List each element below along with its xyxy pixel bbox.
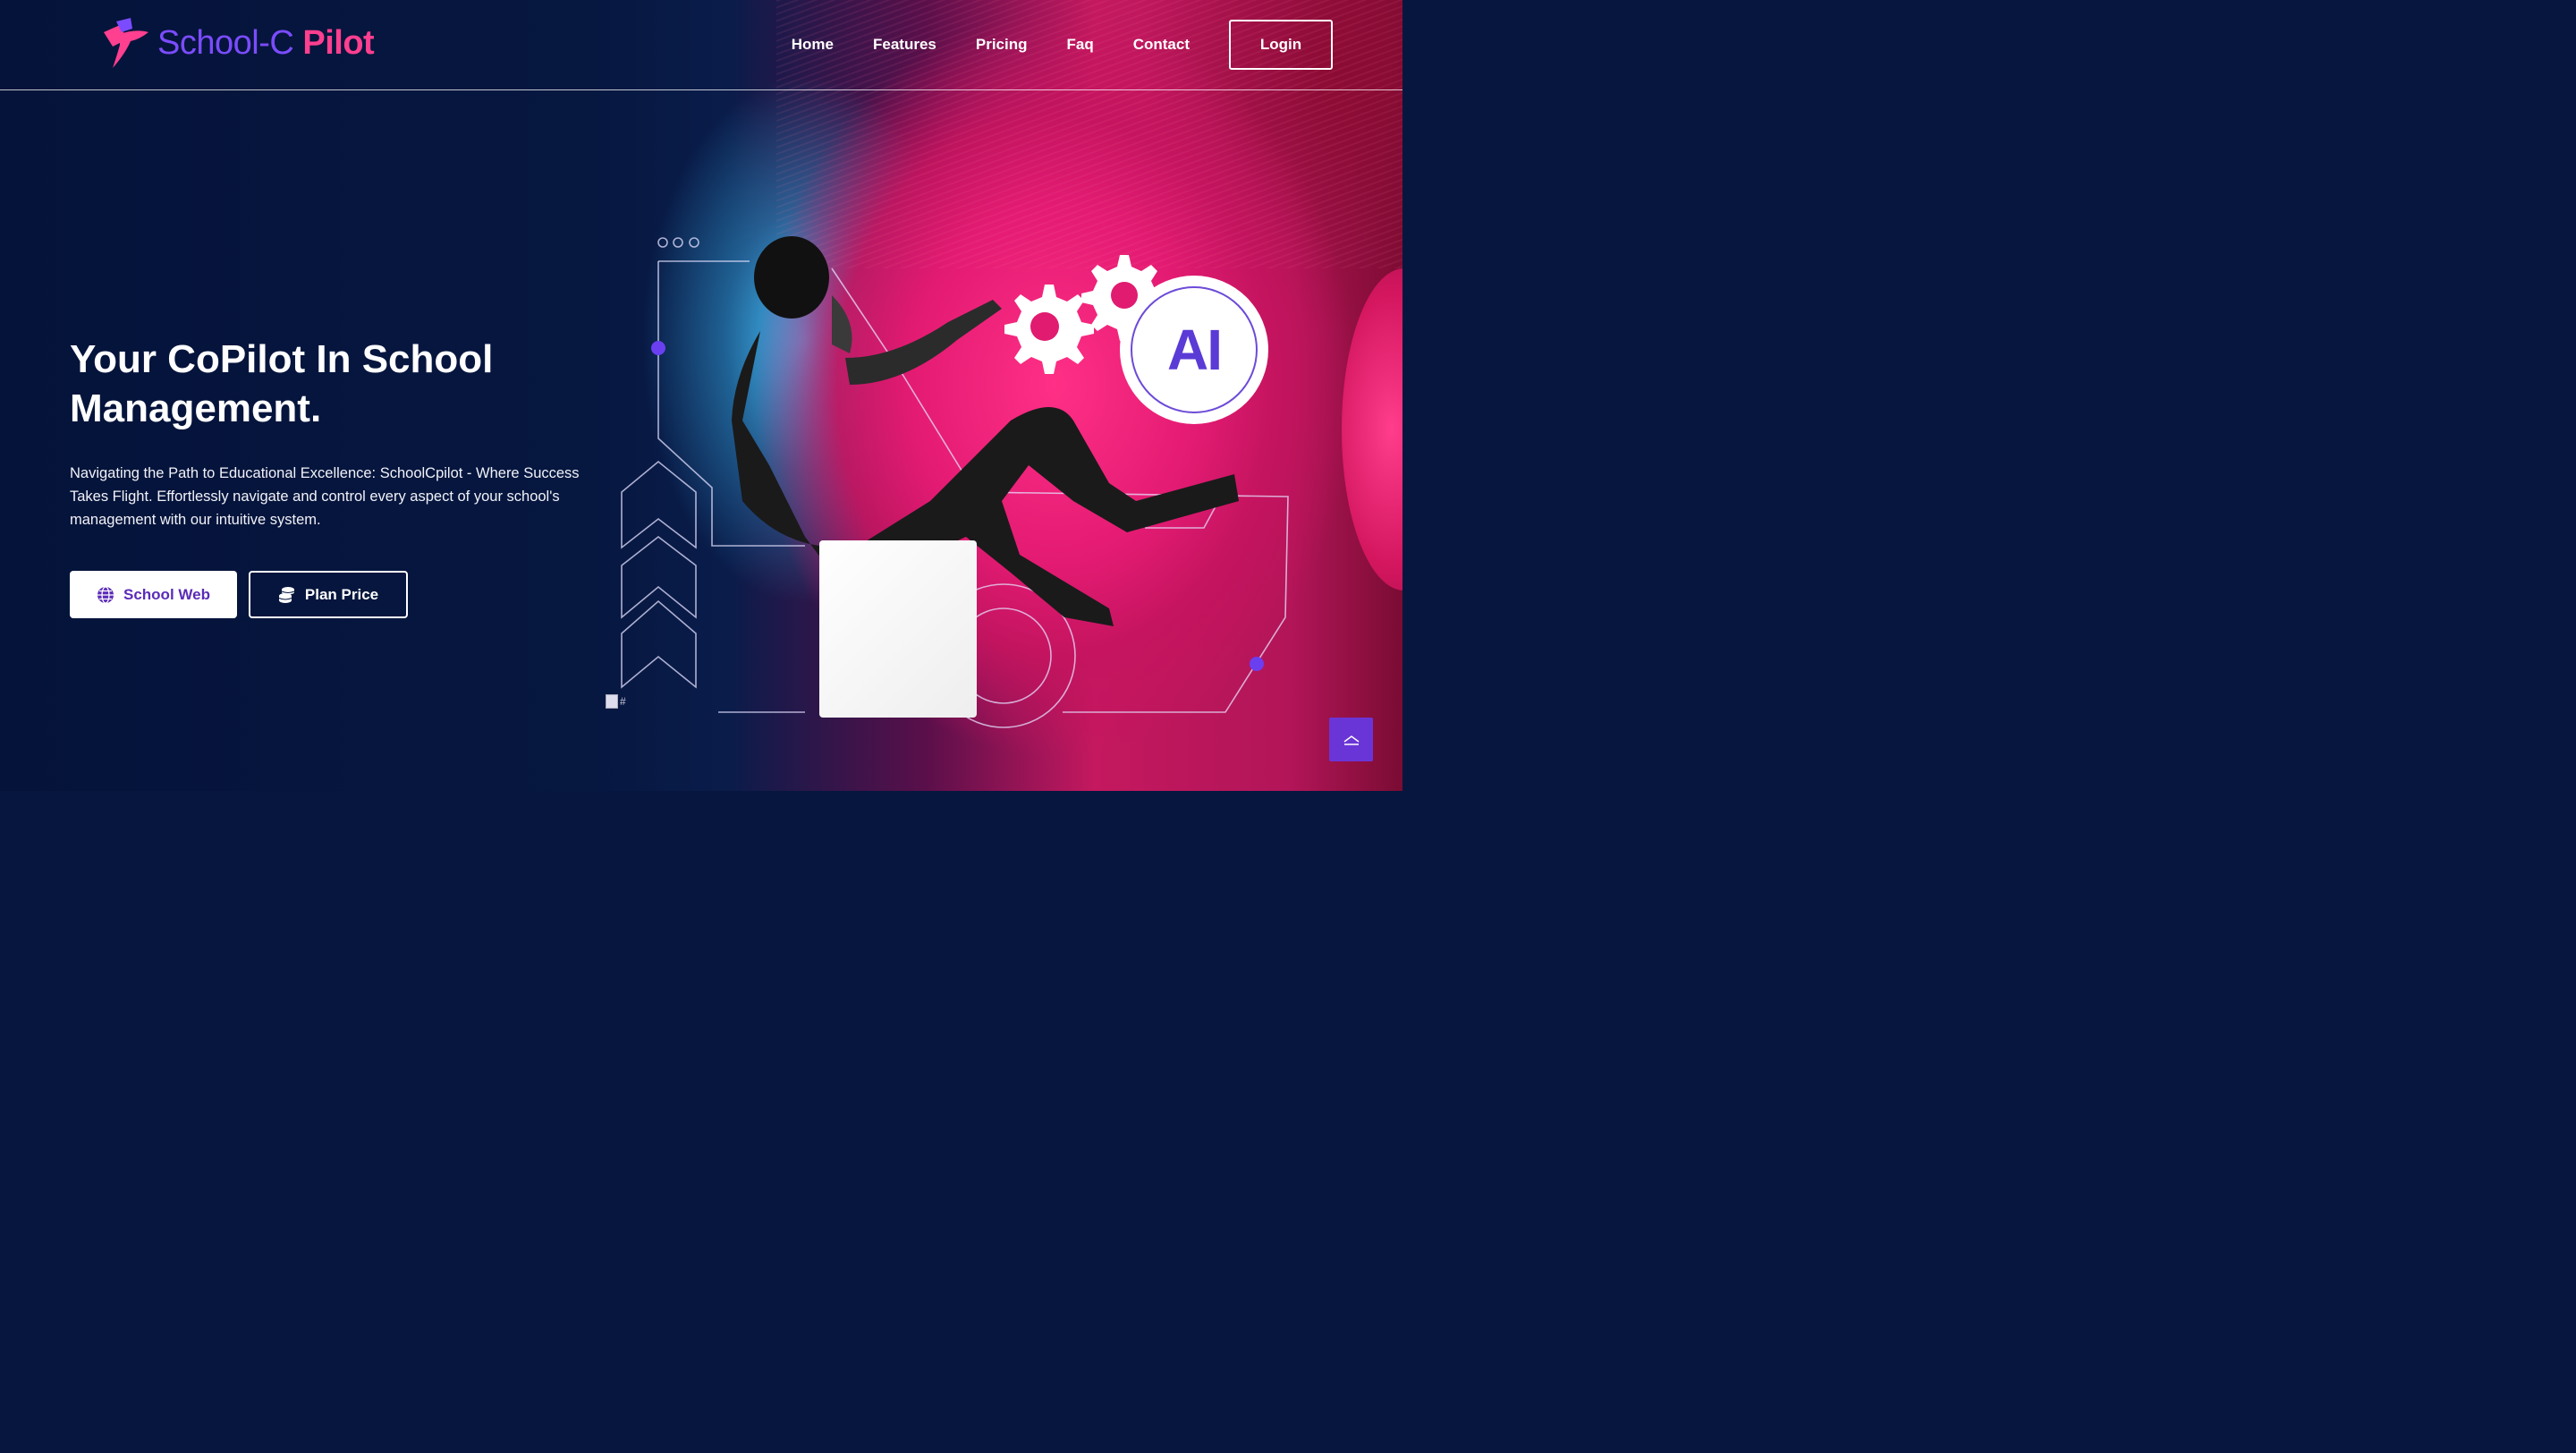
- chevron-up-icon: [1343, 735, 1359, 745]
- white-cube: [819, 540, 977, 718]
- site-header: School-C Pilot Home Features Pricing Faq…: [0, 0, 1402, 90]
- broken-image-icon: [606, 694, 618, 709]
- broken-image-alt: #: [620, 695, 626, 708]
- hero-title: Your CoPilot In School Management.: [70, 337, 494, 430]
- school-web-label: School Web: [123, 585, 210, 603]
- brand-logo[interactable]: School-C Pilot: [100, 16, 375, 70]
- brand-name-part2: Pilot: [302, 23, 375, 62]
- plan-price-label: Plan Price: [304, 585, 379, 603]
- nav-features[interactable]: Features: [873, 36, 936, 54]
- login-button[interactable]: Login: [1229, 20, 1333, 70]
- main-nav: Home Features Pricing Faq Contact Login: [792, 20, 1333, 70]
- hero-description: Navigating the Path to Educational Excel…: [70, 465, 580, 528]
- nav-pricing[interactable]: Pricing: [976, 36, 1028, 54]
- nav-faq[interactable]: Faq: [1066, 36, 1093, 54]
- nav-contact[interactable]: Contact: [1133, 36, 1190, 54]
- brand-name: School-C Pilot: [157, 23, 375, 63]
- book-bird-icon: [104, 18, 148, 68]
- broken-image: #: [606, 694, 626, 709]
- school-web-button[interactable]: School Web: [70, 571, 237, 618]
- globe-icon: [97, 585, 114, 604]
- ai-badge: AI: [1120, 276, 1268, 424]
- scroll-to-top-button[interactable]: [1329, 718, 1373, 761]
- coins-icon: [278, 586, 295, 603]
- ai-badge-text: AI: [1131, 286, 1258, 413]
- brand-name-part1: School-C: [157, 23, 294, 62]
- nav-home[interactable]: Home: [792, 36, 834, 54]
- plan-price-button[interactable]: Plan Price: [249, 571, 408, 618]
